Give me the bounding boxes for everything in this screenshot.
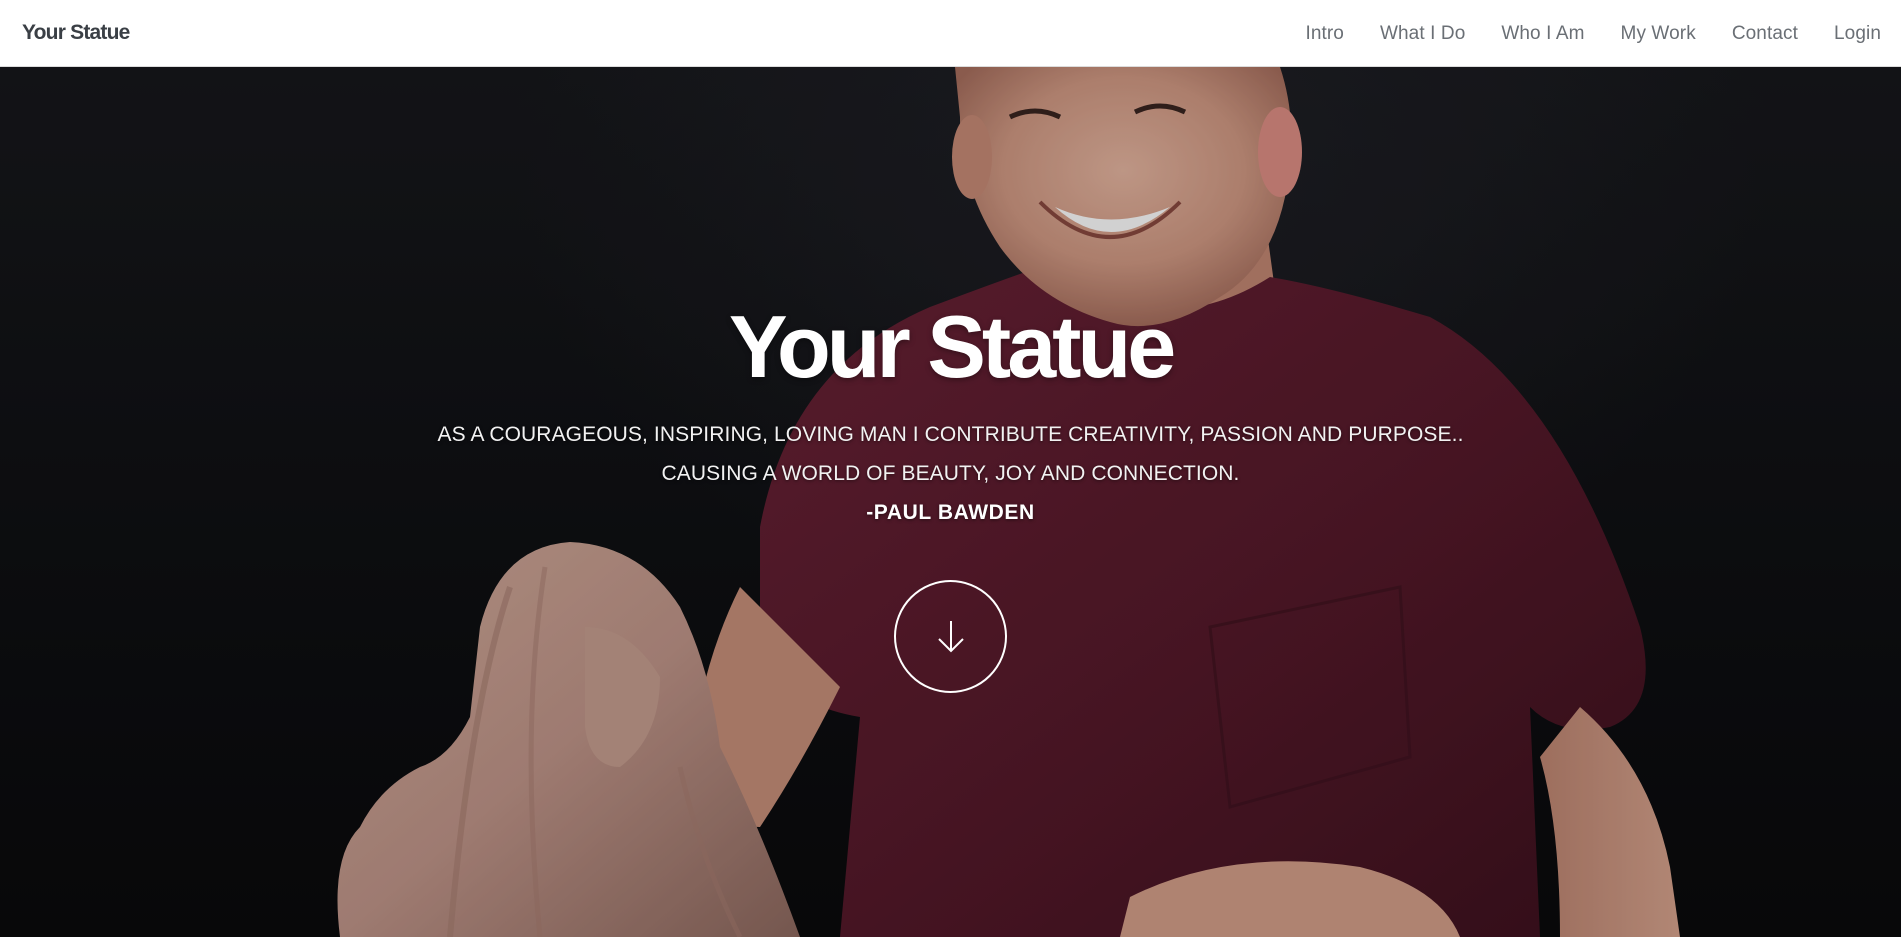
nav-item-intro[interactable]: Intro xyxy=(1305,23,1344,45)
nav-item-who-i-am[interactable]: Who I Am xyxy=(1501,23,1584,45)
hero-title: Your Statue xyxy=(728,297,1176,396)
nav-item-what-i-do[interactable]: What I Do xyxy=(1380,23,1465,45)
nav-item-contact[interactable]: Contact xyxy=(1732,23,1798,45)
brand-logo[interactable]: Your Statue xyxy=(22,21,130,45)
hero-section: Your Statue AS A COURAGEOUS, INSPIRING, … xyxy=(0,67,1901,937)
hero-author: -PAUL BAWDEN xyxy=(866,501,1035,524)
site-header: Your Statue Intro What I Do Who I Am My … xyxy=(0,0,1901,67)
hero-tagline-line-1: AS A COURAGEOUS, INSPIRING, LOVING MAN I… xyxy=(437,423,1464,446)
hero-tagline-line-2: CAUSING A WORLD OF BEAUTY, JOY AND CONNE… xyxy=(661,462,1240,485)
nav-item-my-work[interactable]: My Work xyxy=(1621,23,1696,45)
main-nav: Intro What I Do Who I Am My Work Contact… xyxy=(1269,0,1881,67)
scroll-down-button[interactable] xyxy=(894,580,1007,693)
nav-item-login[interactable]: Login xyxy=(1834,23,1881,45)
arrow-down-icon xyxy=(937,620,964,652)
